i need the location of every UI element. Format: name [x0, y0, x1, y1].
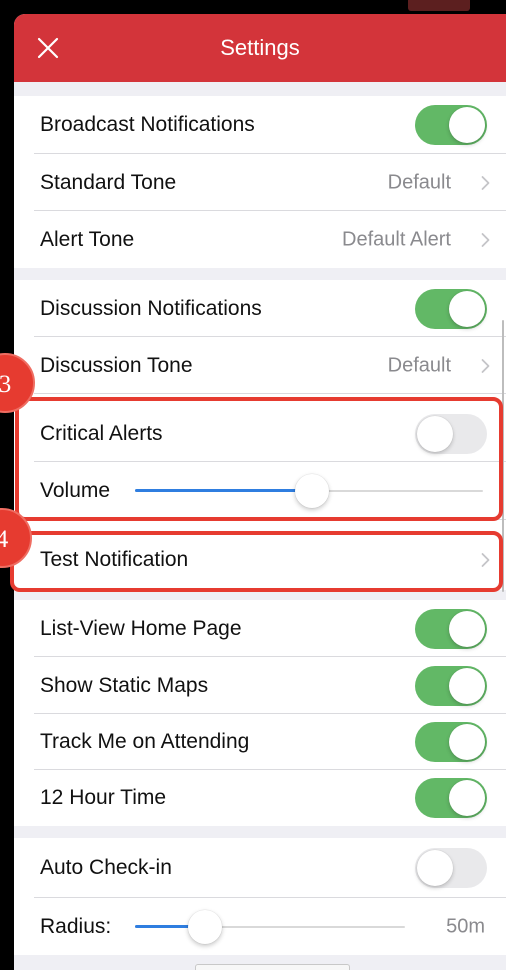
close-icon[interactable] [37, 37, 59, 59]
chevron-right-icon [481, 358, 490, 373]
row-list-view-home-page: List-View Home Page [14, 600, 506, 657]
row-label: Alert Tone [40, 227, 135, 251]
section-broadcast: Broadcast Notifications Standard Tone De… [14, 96, 506, 268]
toggle-knob [449, 610, 485, 647]
auto-check-in-toggle[interactable] [415, 848, 487, 888]
row-label: Auto Check-in [40, 856, 172, 879]
chevron-right-icon [481, 232, 490, 247]
page-title: Settings [220, 35, 300, 60]
broadcast-notifications-toggle[interactable] [415, 105, 487, 145]
screen: Settings Broadcast Notifications Standar… [0, 0, 506, 970]
radius-slider[interactable] [135, 909, 405, 945]
list-view-home-page-toggle[interactable] [415, 608, 487, 649]
row-label: Standard Tone [40, 170, 177, 194]
toggle-knob [449, 724, 485, 760]
chevron-right-icon [481, 175, 490, 190]
row-broadcast-notifications: Broadcast Notifications [14, 96, 506, 154]
row-12-hour-time: 12 Hour Time [14, 770, 506, 826]
toggle-knob [417, 850, 453, 886]
toggle-knob [449, 780, 485, 816]
row-discussion-notifications: Discussion Notifications [14, 280, 506, 337]
row-label: Discussion Tone [40, 353, 193, 377]
annotation-box-test-notification [10, 531, 503, 592]
row-show-static-maps: Show Static Maps [14, 657, 506, 714]
row-label: Radius: [40, 914, 112, 938]
row-label: Show Static Maps [40, 673, 209, 697]
row-label: Discussion Notifications [40, 296, 262, 320]
row-value: Default [387, 354, 451, 376]
row-auto-check-in: Auto Check-in [14, 838, 506, 898]
row-value: Default Alert [342, 228, 451, 250]
row-label: List-View Home Page [40, 616, 242, 640]
show-static-maps-toggle[interactable] [415, 665, 487, 706]
12-hour-time-toggle[interactable] [415, 778, 487, 818]
section-display: List-View Home Page Show Static Maps Tra… [14, 600, 506, 826]
track-me-on-attending-toggle[interactable] [415, 722, 487, 762]
row-standard-tone[interactable]: Standard Tone Default [14, 154, 506, 211]
row-discussion-tone[interactable]: Discussion Tone Default [14, 337, 506, 394]
home-indicator [195, 964, 350, 970]
settings-header: Settings [14, 14, 506, 82]
row-label: Track Me on Attending [40, 730, 250, 753]
disclosure: Default Alert [342, 228, 490, 251]
toggle-knob [449, 290, 485, 327]
section-check-in: Auto Check-in Radius: 50m [14, 838, 506, 955]
slider-thumb[interactable] [188, 909, 223, 944]
row-radius: Radius: 50m [14, 898, 506, 955]
disclosure: Default [388, 354, 490, 377]
disclosure: Default [388, 171, 490, 194]
toggle-knob [449, 107, 485, 143]
row-track-me-on-attending: Track Me on Attending [14, 714, 506, 770]
discussion-notifications-toggle[interactable] [415, 288, 487, 329]
radius-value: 50m [446, 915, 485, 937]
row-label: Broadcast Notifications [40, 113, 255, 136]
row-value: Default [387, 171, 451, 193]
toggle-knob [449, 667, 485, 704]
row-alert-tone[interactable]: Alert Tone Default Alert [14, 211, 506, 268]
background-header-peek [408, 0, 470, 11]
row-label: 12 Hour Time [40, 786, 167, 809]
annotation-box-critical-alerts [15, 397, 503, 521]
